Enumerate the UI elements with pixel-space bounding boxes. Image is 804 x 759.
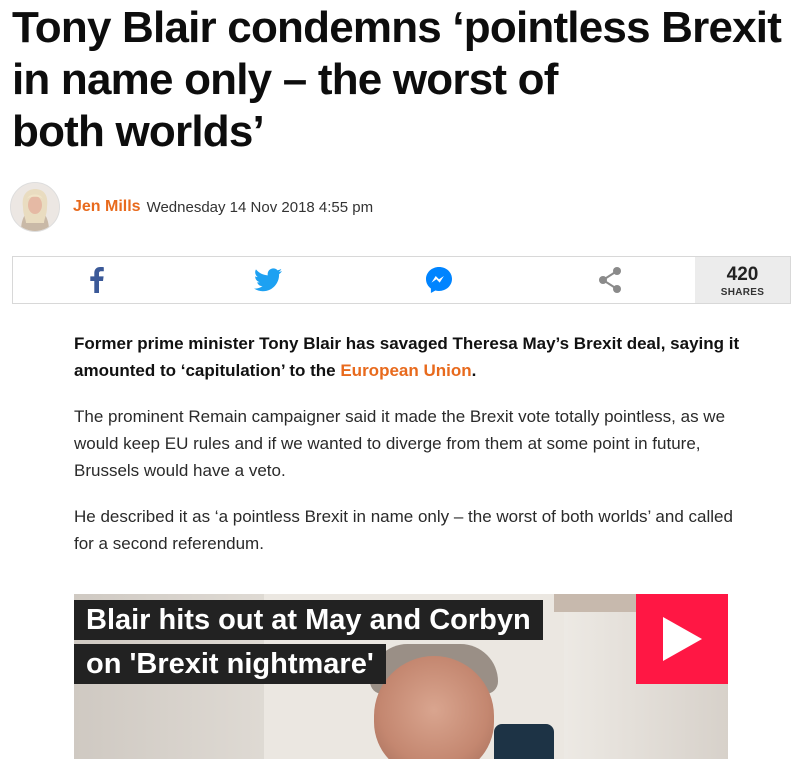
shares-count: 420 <box>726 264 759 285</box>
publish-date: Wednesday 14 Nov 2018 4:55 pm <box>146 198 374 216</box>
headline-line: both worlds’ <box>12 107 265 156</box>
play-button[interactable] <box>636 594 728 684</box>
video-caption-line: Blair hits out at May and Corbyn <box>74 600 543 640</box>
headline-line: Tony Blair condemns ‘pointless Brexit <box>12 3 782 52</box>
twitter-share-button[interactable] <box>238 257 298 303</box>
shares-label: SHARES <box>720 287 765 298</box>
byline: Jen Mills Wednesday 14 Nov 2018 4:55 pm <box>10 182 373 232</box>
body-paragraph: He described it as ‘a pointless Brexit i… <box>74 507 733 553</box>
video-thumbnail-banner <box>554 594 644 612</box>
article-page: Tony Blair condemns ‘pointless Brexit in… <box>0 0 804 759</box>
european-union-link[interactable]: European Union <box>340 361 471 380</box>
lead-text-end: . <box>471 361 477 380</box>
author-link[interactable]: Jen Mills <box>73 198 141 216</box>
headline-line: in name only – the worst of <box>12 55 558 104</box>
body-paragraph: The prominent Remain campaigner said it … <box>74 407 726 480</box>
share-icon <box>599 267 621 293</box>
lead-paragraph: Former prime minister Tony Blair has sav… <box>74 330 744 384</box>
share-button[interactable] <box>580 257 640 303</box>
facebook-icon <box>90 267 104 293</box>
video-caption-line: on 'Brexit nightmare' <box>74 644 386 684</box>
shares-counter: 420 SHARES <box>695 257 790 303</box>
article-headline: Tony Blair condemns ‘pointless Brexit in… <box>12 2 792 158</box>
avatar-image <box>11 183 59 231</box>
video-thumbnail-chair <box>494 724 554 759</box>
play-icon <box>663 617 702 661</box>
author-avatar[interactable] <box>10 182 60 232</box>
facebook-share-button[interactable] <box>67 257 127 303</box>
messenger-share-button[interactable] <box>409 257 469 303</box>
article-body: Former prime minister Tony Blair has sav… <box>74 330 744 557</box>
twitter-icon <box>254 268 282 292</box>
messenger-icon <box>426 267 452 293</box>
share-bar: 420 SHARES <box>12 256 791 304</box>
video-player[interactable]: Blair hits out at May and Corbyn on 'Bre… <box>74 594 728 759</box>
